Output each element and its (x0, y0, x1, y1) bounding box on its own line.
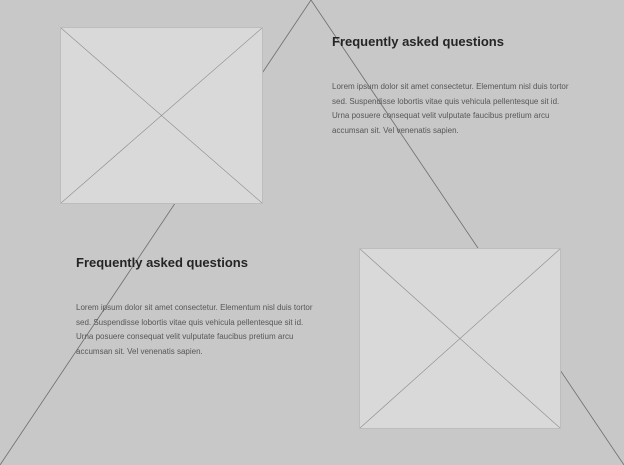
image-placeholder-2 (359, 248, 561, 429)
faq-body-1: Lorem ipsum dolor sit amet consectetur. … (332, 82, 569, 136)
faq-body-2: Lorem ipsum dolor sit amet consectetur. … (76, 303, 313, 357)
faq-title-2: Frequently asked questions (76, 255, 248, 270)
image-placeholder-1 (60, 27, 263, 204)
image-placeholder-cross-icon (61, 28, 262, 203)
wireframe-canvas: Frequently asked questions Lorem ipsum d… (0, 0, 624, 465)
faq-title-1: Frequently asked questions (332, 34, 504, 49)
image-placeholder-cross-icon (360, 249, 560, 428)
